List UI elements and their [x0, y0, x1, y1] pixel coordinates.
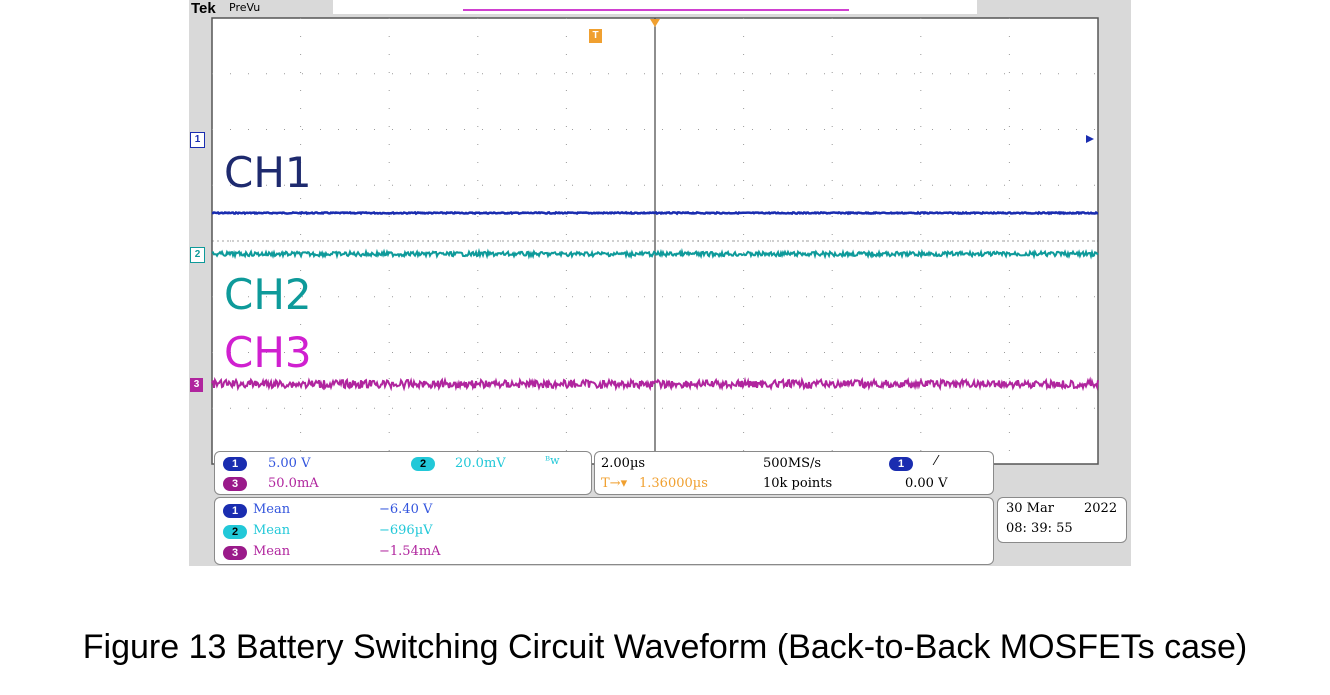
ch1-annotation: CH1 — [224, 148, 312, 197]
ch3-scale: 50.0mA — [268, 476, 319, 491]
timebase-value: 2.00µs — [601, 456, 646, 471]
ch2-annotation: CH2 — [224, 270, 312, 319]
ch3-annotation: CH3 — [224, 328, 312, 377]
channel-settings-panel: 1 5.00 V 2 20.0mV ᴮw 3 50.0mA — [214, 451, 592, 495]
meas1-value: −6.40 V — [379, 502, 433, 517]
meas2-badge: 2 — [223, 525, 247, 539]
meas1-badge: 1 — [223, 504, 247, 518]
ch2-ground-marker: 2 — [190, 247, 205, 263]
trigger-top-arrow — [650, 19, 660, 27]
meas3-value: −1.54mA — [379, 544, 441, 559]
meas3-badge: 3 — [223, 546, 247, 560]
record-length: 10k points — [763, 476, 833, 491]
sample-rate: 500MS/s — [763, 456, 822, 471]
trigger-position-marker: T — [589, 29, 602, 43]
trigger-offset-icon: T→▾ — [601, 476, 628, 491]
ch1-badge: 1 — [223, 457, 247, 471]
meas1-label: Mean — [253, 502, 291, 517]
measurement-panel: 1 Mean −6.40 V 2 Mean −696µV 3 Mean −1.5… — [214, 497, 994, 565]
trace-ch1 — [211, 210, 1098, 216]
ch3-badge: 3 — [223, 477, 247, 491]
trigger-offset: 1.36000µs — [639, 476, 708, 491]
ch1-ground-marker: 1 — [190, 132, 205, 148]
time-value: 08: 39: 55 — [1006, 521, 1073, 536]
ch2-scale: 20.0mV — [455, 456, 506, 471]
meas3-label: Mean — [253, 544, 291, 559]
datetime-panel: 30 Mar 2022 08: 39: 55 — [997, 497, 1127, 543]
timebase-panel: 2.00µs T→▾ 1.36000µs 500MS/s 10k points … — [594, 451, 994, 495]
ch2-bandwidth-icon: ᴮw — [545, 454, 560, 467]
meas2-label: Mean — [253, 523, 291, 538]
date-value: 30 Mar — [1006, 501, 1054, 516]
trigger-source-badge: 1 — [889, 457, 913, 471]
meas2-value: −696µV — [379, 523, 433, 538]
ch3-ground-marker: 3 — [190, 378, 203, 392]
figure-caption: Figure 13 Battery Switching Circuit Wave… — [82, 628, 1248, 666]
ch1-scale: 5.00 V — [268, 456, 311, 471]
year-value: 2022 — [1084, 501, 1118, 516]
trigger-level: 0.00 V — [905, 476, 948, 491]
ch2-badge: 2 — [411, 457, 435, 471]
trigger-level-arrow — [1086, 135, 1094, 143]
trigger-slope-icon: ⁄ — [935, 454, 938, 469]
